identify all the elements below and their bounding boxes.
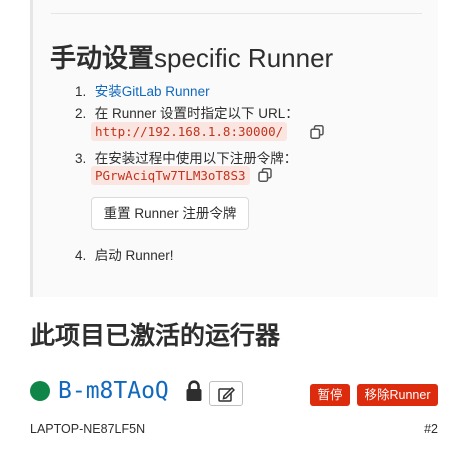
setup-title: 手动设置specific Runner <box>50 43 334 73</box>
step-token: 3. 在安装过程中使用以下注册令牌： <box>75 151 298 166</box>
edit-icon <box>218 386 235 402</box>
step-url: 2. 在 Runner 设置时指定以下 URL： <box>75 106 299 121</box>
lock-icon <box>186 380 202 401</box>
step-token-text: 在安装过程中使用以下注册令牌： <box>94 151 298 166</box>
step-start-text: 启动 Runner! <box>94 248 174 263</box>
step-install: 1. 安装GitLab Runner <box>75 84 210 99</box>
step-url-text: 在 Runner 设置时指定以下 URL： <box>94 106 299 121</box>
runner-url-code: http://192.168.1.8:30000/ <box>91 122 288 141</box>
runner-id: #2 <box>424 422 438 436</box>
remove-runner-button[interactable]: 移除Runner <box>357 384 438 406</box>
copy-token-icon[interactable] <box>258 168 272 182</box>
manual-setup-panel: 手动设置specific Runner 1. 安装GitLab Runner 2… <box>30 0 438 297</box>
pause-runner-button[interactable]: 暂停 <box>310 384 350 406</box>
active-runners-heading: 此项目已激活的运行器 <box>30 322 281 350</box>
step-start: 4. 启动 Runner! <box>75 248 174 263</box>
runner-status-dot <box>30 381 50 401</box>
reset-token-button[interactable]: 重置 Runner 注册令牌 <box>91 197 249 230</box>
registration-token-code: PGrwAciqTw7TLM3oT8S3 <box>91 166 250 185</box>
runner-token-link[interactable]: B-m8TAoQ <box>58 376 169 406</box>
copy-url-icon[interactable] <box>310 125 324 139</box>
runner-hostname: LAPTOP-NE87LF5N <box>30 422 146 436</box>
install-runner-link[interactable]: 安装GitLab Runner <box>95 84 210 99</box>
divider <box>51 13 422 14</box>
edit-runner-button[interactable] <box>209 381 243 406</box>
runner-row: B-m8TAoQ 暂停 移除Runner <box>30 376 440 410</box>
